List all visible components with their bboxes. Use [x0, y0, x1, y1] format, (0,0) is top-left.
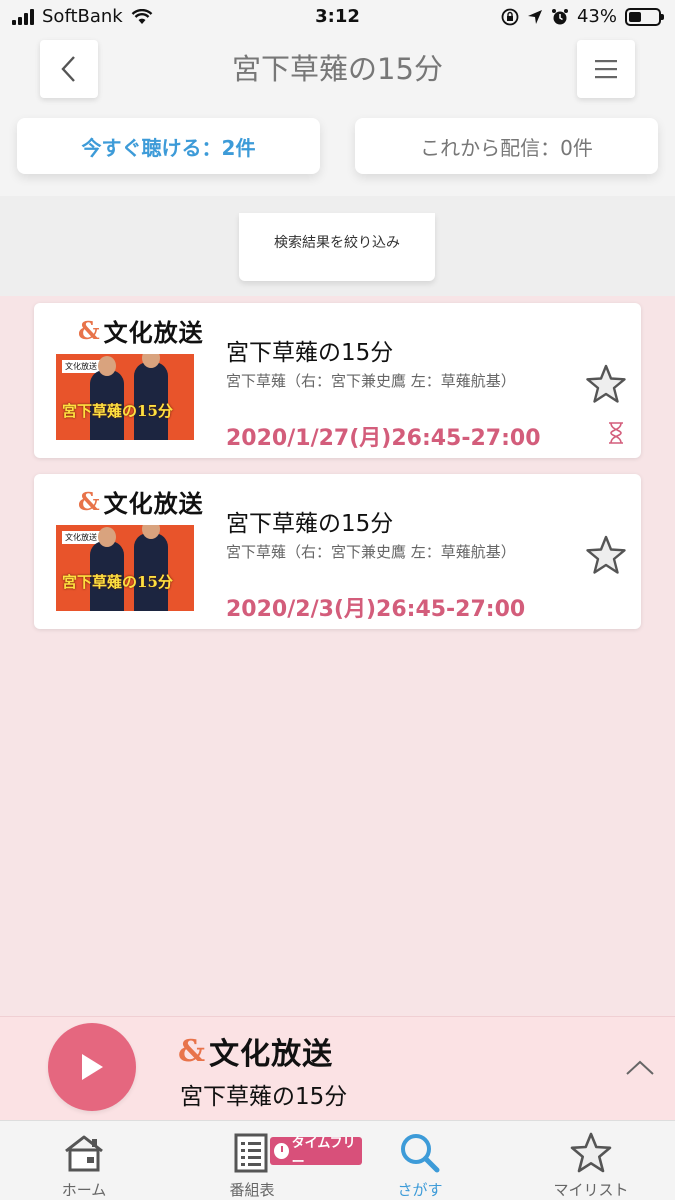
program-datetime: 2020/2/3(月)26:45-27:00 [226, 597, 526, 622]
program-performers: 宮下草薙（右：宮下兼史鷹 左：草薙航基） [226, 372, 516, 390]
filter-results-button[interactable]: 検索結果を絞り込み [239, 213, 435, 281]
tab-home[interactable]: ホーム [0, 1121, 168, 1200]
mini-player[interactable]: & 文化放送 宮下草薙の15分 [0, 1016, 675, 1120]
program-card[interactable]: & 文化放送 文化放送 宮下草薙の15分 宮下草薙の15分 宮下草薙（右：宮下兼史… [34, 303, 641, 458]
tab-bar: ホーム 番組表 タイムフリー さがす マイリスト [0, 1120, 675, 1200]
menu-button[interactable] [577, 40, 635, 98]
tab-label: 番組表 [229, 1181, 275, 1199]
program-guide-icon [234, 1133, 268, 1173]
program-title: 宮下草薙の15分 [226, 340, 394, 366]
star-icon[interactable] [585, 534, 627, 576]
program-title: 宮下草薙の15分 [226, 511, 394, 537]
tab-label: さがす [397, 1181, 443, 1199]
search-icon [401, 1134, 440, 1173]
tab-search[interactable]: さがす [336, 1121, 504, 1200]
page-title: 宮下草薙の15分 [232, 52, 443, 86]
play-button[interactable] [48, 1023, 136, 1111]
station-logo-text: 文化放送 [103, 490, 204, 518]
star-icon[interactable] [585, 363, 627, 405]
header: 宮下草薙の15分 今すぐ聴ける：2件 これから配信：0件 [0, 36, 675, 196]
program-thumbnail: 文化放送 宮下草薙の15分 [56, 354, 194, 440]
battery-percent: 43% [576, 6, 617, 27]
home-icon [65, 1135, 103, 1172]
station-logo: & 文化放送 [78, 313, 204, 348]
thumbnail-logo: 文化放送 [62, 360, 100, 373]
filter-area: 検索結果を絞り込み [0, 196, 675, 296]
thumbnail-caption: 宮下草薙の15分 [62, 402, 173, 420]
hamburger-icon [595, 60, 617, 79]
status-right: 43% [501, 6, 664, 27]
tab-upcoming[interactable]: これから配信：0件 [355, 118, 658, 174]
station-logo-text: 文化放送 [103, 319, 204, 347]
tab-label: ホーム [61, 1181, 107, 1199]
status-bar: SoftBank 3:12 43% [0, 0, 675, 36]
location-icon [527, 9, 542, 24]
station-logo: & 文化放送 [178, 1029, 333, 1073]
thumbnail-logo: 文化放送 [62, 531, 100, 544]
program-card[interactable]: & 文化放送 文化放送 宮下草薙の15分 宮下草薙の15分 宮下草薙（右：宮下兼史… [34, 474, 641, 629]
station-logo: & 文化放送 [78, 484, 204, 519]
tab-label: マイリスト [553, 1181, 629, 1199]
tab-mylist[interactable]: マイリスト [507, 1121, 675, 1200]
now-playing-title: 宮下草薙の15分 [180, 1084, 348, 1110]
chevron-up-icon[interactable] [625, 1057, 655, 1077]
alarm-icon [551, 8, 568, 24]
play-icon [82, 1054, 103, 1080]
thumbnail-caption: 宮下草薙の15分 [62, 573, 173, 591]
station-logo-text: 文化放送 [209, 1037, 334, 1072]
rotation-lock-icon [501, 8, 519, 25]
hourglass-icon [609, 422, 623, 444]
battery-icon [625, 7, 664, 26]
star-icon [570, 1132, 612, 1173]
program-performers: 宮下草薙（右：宮下兼史鷹 左：草薙航基） [226, 543, 516, 561]
tab-available-now[interactable]: 今すぐ聴ける：2件 [17, 118, 320, 174]
clock-icon [274, 1143, 289, 1159]
program-thumbnail: 文化放送 宮下草薙の15分 [56, 525, 194, 611]
program-datetime: 2020/1/27(月)26:45-27:00 [226, 426, 541, 451]
